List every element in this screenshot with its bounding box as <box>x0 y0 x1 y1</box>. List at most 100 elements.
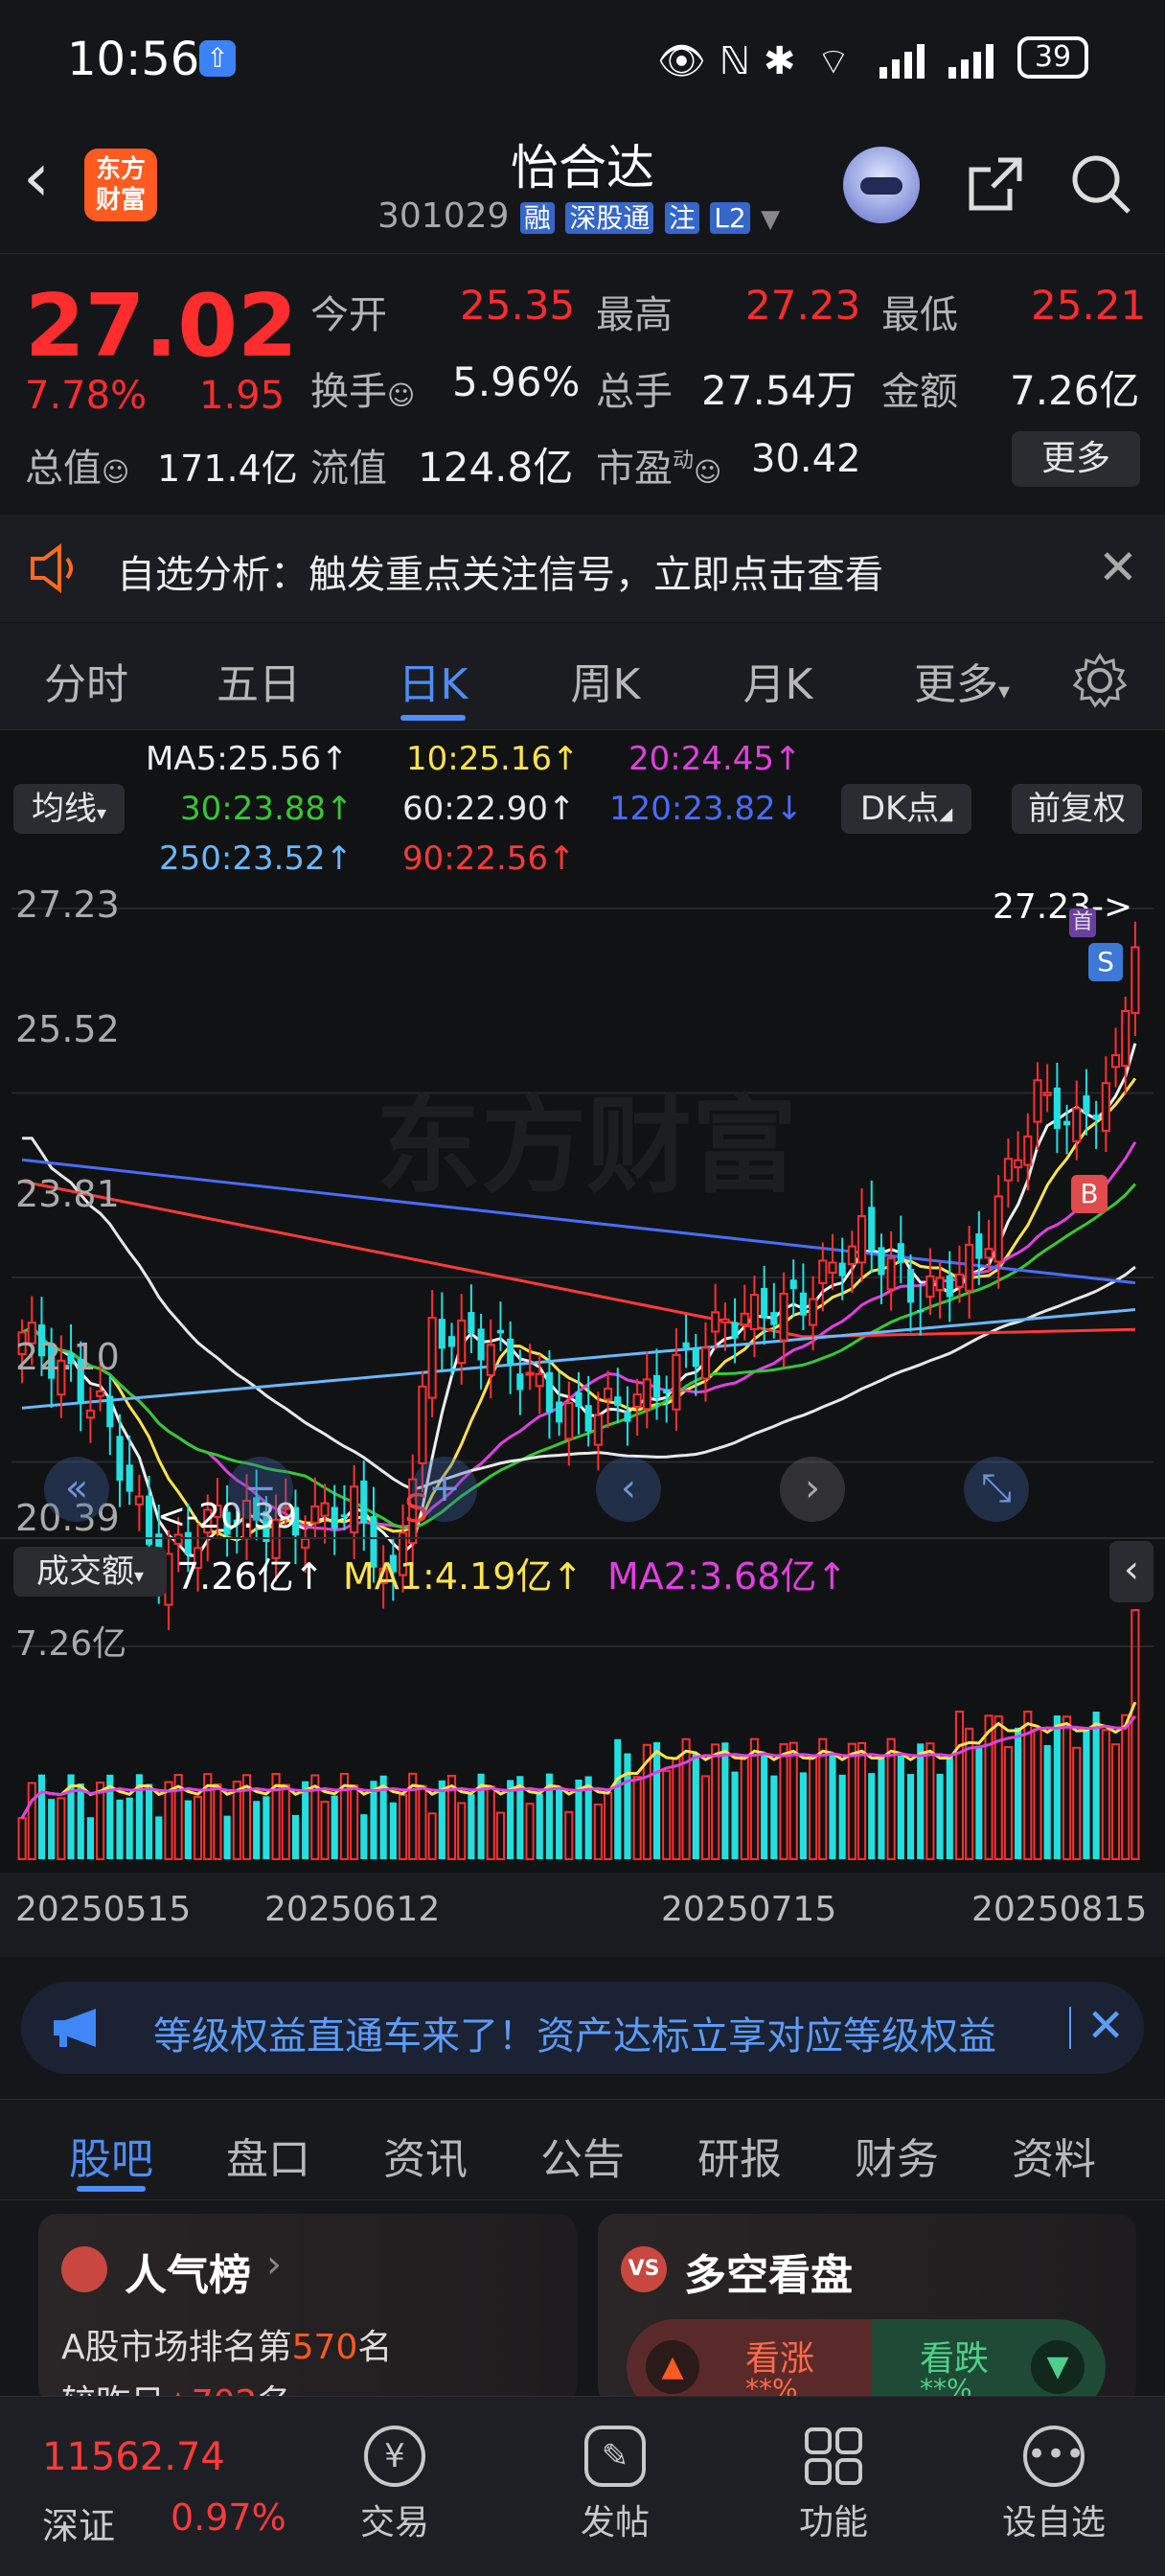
volume-bar <box>838 1774 846 1859</box>
tab-intraday[interactable]: 分时 <box>29 650 144 711</box>
search-icon[interactable] <box>1067 150 1134 218</box>
scroll-left-icon[interactable]: ‹ <box>596 1457 661 1522</box>
candle <box>1083 1094 1090 1114</box>
robot-assistant-icon[interactable] <box>843 147 920 223</box>
candle <box>975 1233 983 1259</box>
ma60-label: 60:22.90↑ <box>402 790 576 828</box>
fullscreen-icon[interactable]: ⤡ <box>964 1457 1029 1522</box>
candle <box>984 1248 994 1259</box>
share-icon[interactable] <box>962 150 1029 218</box>
tab-weekly-k[interactable]: 周K <box>548 650 663 711</box>
candle <box>731 1322 739 1339</box>
low-label: 最低 <box>881 293 958 337</box>
zoom-back-icon[interactable]: « <box>44 1457 109 1522</box>
last-price: 27.02 <box>25 276 298 377</box>
zoom-out-icon[interactable]: − <box>228 1457 293 1522</box>
change-percent: 7.78% <box>25 374 148 418</box>
nav-functions[interactable]: 功能 <box>766 2426 901 2544</box>
candle <box>134 1495 144 1506</box>
volume-bar <box>868 1773 876 1859</box>
volume-bar <box>770 1775 778 1859</box>
ma-selector[interactable]: 均线▾ <box>13 784 125 834</box>
collapse-panel-icon[interactable]: ‹ <box>1109 1541 1154 1602</box>
ma20-label: 20:24.45↑ <box>628 740 802 778</box>
signal-icon <box>879 40 937 79</box>
volume-bar <box>116 1799 124 1859</box>
popularity-card[interactable]: 人气榜 › A股市场排名第570名 较昨日▲702名 <box>38 2214 577 2423</box>
close-banner-icon[interactable]: ✕ <box>1086 1999 1125 2053</box>
volume-bar <box>1033 1728 1042 1860</box>
edit-icon: ✎ <box>584 2426 646 2487</box>
candle <box>427 1317 437 1399</box>
candle <box>946 1275 953 1298</box>
candle <box>897 1243 904 1263</box>
volume-bar <box>320 1801 330 1860</box>
grid-icon <box>803 2426 864 2487</box>
y-label-4: 22.10 <box>15 1336 120 1378</box>
change-amount: 1.95 <box>199 374 286 418</box>
tab-announcements[interactable]: 公告 <box>525 2125 640 2186</box>
price-adjust-button[interactable]: 前复权 <box>1012 784 1142 834</box>
buy-marker[interactable]: B <box>1071 1175 1108 1213</box>
promo-banner[interactable]: 等级权益直通车来了！资产达标立享对应等级权益 ✕ <box>21 1982 1144 2074</box>
volume-bar <box>418 1784 427 1861</box>
watermark: 东方财富 <box>376 1088 797 1206</box>
volume-bar <box>213 1783 222 1860</box>
ma250-label: 250:23.52↑ <box>159 840 354 878</box>
close-notice-icon[interactable]: ✕ <box>1098 540 1138 595</box>
content-tab-indicator <box>77 2186 146 2192</box>
volume-bar <box>897 1755 904 1859</box>
volume-value: 7.26亿↑ <box>176 1555 325 1598</box>
nav-add-watchlist[interactable]: ••• 设自选 <box>987 2426 1121 2544</box>
volume-bar <box>1072 1746 1082 1860</box>
volume-bar <box>360 1814 368 1859</box>
trade-icon: ¥ <box>364 2426 425 2487</box>
volume-bar <box>788 1741 798 1860</box>
tab-more[interactable]: 更多▾ <box>895 650 1029 711</box>
volume-bar <box>829 1755 836 1859</box>
float-cap-value: 124.8亿 <box>418 444 574 491</box>
volume-bar <box>536 1793 543 1859</box>
watchlist-notice[interactable]: 自选分析：触发重点关注信号，立即点击查看 ✕ <box>0 515 1165 622</box>
tab-five-day[interactable]: 五日 <box>201 650 316 711</box>
date-label-1: 20250515 <box>15 1890 192 1929</box>
candle <box>828 1261 837 1274</box>
date-label-3: 20250715 <box>661 1890 837 1929</box>
dk-point-button[interactable]: DK点◢ <box>841 784 971 834</box>
popularity-title: 人气榜 <box>125 2251 251 2300</box>
stock-code-row: 301029 融 深股通 注 L2 ▼ <box>377 196 781 236</box>
settings-gear-icon[interactable] <box>1071 652 1129 709</box>
scroll-right-icon[interactable]: › <box>780 1457 845 1522</box>
candle <box>642 1378 651 1411</box>
index-name[interactable]: 深证 <box>42 2496 115 2549</box>
candle <box>535 1372 544 1388</box>
tab-monthly-k[interactable]: 月K <box>720 650 835 711</box>
more-stats-button[interactable]: 更多 <box>1012 431 1140 487</box>
candle <box>360 1480 368 1524</box>
volume-bar <box>878 1756 885 1859</box>
volume-selector[interactable]: 成交额▾ <box>13 1547 167 1597</box>
volume-bar <box>126 1797 133 1859</box>
tab-finance[interactable]: 财务 <box>839 2125 954 2186</box>
nav-post[interactable]: ✎ 发帖 <box>548 2426 682 2544</box>
signal-icon-2 <box>948 40 1006 79</box>
sentiment-card[interactable]: VS 多空看盘 ▲ 看涨 **% 看跌 **% ▼ <box>598 2214 1136 2415</box>
tab-daily-k[interactable]: 日K <box>376 650 491 711</box>
volume-bar <box>253 1801 261 1859</box>
nav-trade[interactable]: ¥ 交易 <box>328 2426 462 2544</box>
market-cap-label: 总值☺ <box>25 447 130 491</box>
volume-bar <box>27 1782 36 1860</box>
index-change[interactable]: 0.97% <box>171 2496 286 2539</box>
tab-orderbook[interactable]: 盘口 <box>211 2125 326 2186</box>
rank-line: A股市场排名第570名 <box>61 2328 393 2367</box>
sell-marker-recent[interactable]: S <box>1088 943 1123 981</box>
tab-forum[interactable]: 股吧 <box>54 2125 169 2186</box>
tab-research[interactable]: 研报 <box>682 2125 797 2186</box>
tab-profile[interactable]: 资料 <box>996 2125 1111 2186</box>
candle <box>584 1405 592 1432</box>
tab-news[interactable]: 资讯 <box>368 2125 483 2186</box>
candle <box>126 1464 133 1492</box>
candle <box>1110 1054 1121 1069</box>
zoom-in-icon[interactable]: + <box>412 1457 477 1522</box>
index-value[interactable]: 11562.74 <box>42 2435 225 2479</box>
